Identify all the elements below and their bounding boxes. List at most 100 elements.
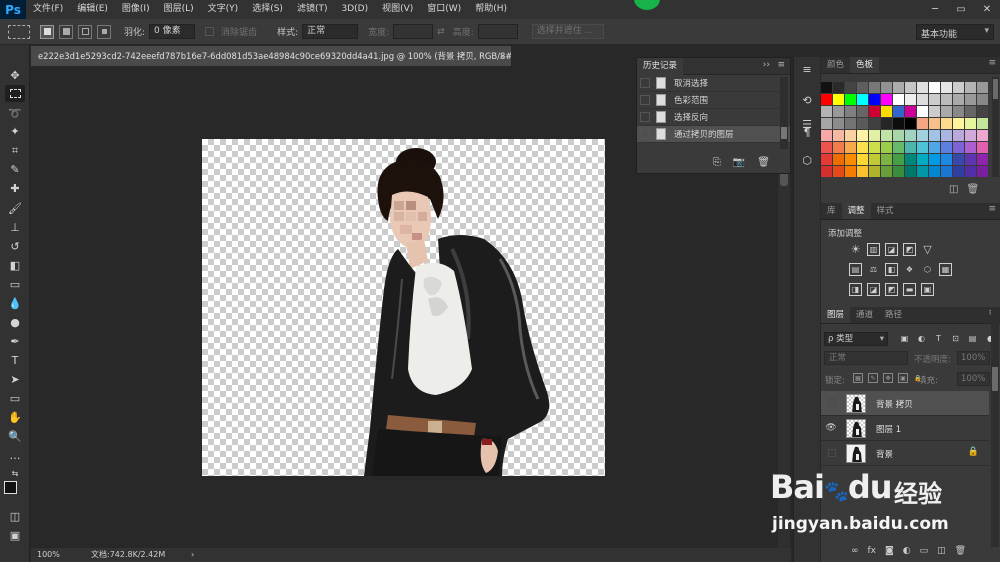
color-swatch[interactable] [893,82,904,93]
swatches-scrollbar[interactable] [992,77,999,177]
healing-brush-icon[interactable]: ✚ [5,180,25,197]
color-swatch[interactable] [917,154,928,165]
color-swatch[interactable] [857,94,868,105]
layer-name[interactable]: 图层 1 [876,423,901,435]
layers-scrollbar[interactable] [991,307,999,547]
exposure-icon[interactable]: ◩ [903,243,916,256]
color-swatch[interactable] [845,118,856,129]
color-swatch[interactable] [941,130,952,141]
color-swatch[interactable] [905,142,916,153]
color-swatch[interactable] [833,130,844,141]
color-swatch[interactable] [869,106,880,117]
layer-row[interactable]: 背景 🔒 [821,441,989,466]
color-swatch[interactable] [941,118,952,129]
document-tab[interactable]: e222e3d1e5293cd2-742eeefd787b16e7-6dd081… [31,46,511,66]
tab-paths[interactable]: 路径 [879,307,908,323]
antialias-checkbox[interactable] [205,27,215,36]
filter-pixel-icon[interactable]: ▣ [899,333,910,344]
color-swatch[interactable] [833,82,844,93]
layer-name[interactable]: 背景 拷贝 [876,398,913,410]
menu-3d[interactable]: 3D(D) [334,0,375,19]
color-swatch[interactable] [929,130,940,141]
fill-input[interactable]: 100% [957,372,990,386]
color-swatch[interactable] [845,82,856,93]
lock-position-icon[interactable]: ✥ [883,373,893,383]
swap-icon[interactable]: ⇄ [437,27,445,37]
feather-input[interactable]: 0 像素 [149,24,196,39]
menu-layer[interactable]: 图层(L) [157,0,201,19]
panel-menu-icon[interactable]: ≡ [988,58,996,68]
history-item[interactable]: 选择反向 [637,109,790,126]
menu-image[interactable]: 图像(I) [115,0,157,19]
layer-row[interactable]: 👁 图层 1 [821,416,989,441]
color-swatch[interactable] [977,142,988,153]
workspace-select[interactable]: 基本功能 [916,24,994,40]
color-swatch[interactable] [881,154,892,165]
color-swatch[interactable] [845,94,856,105]
swap-colors-icon[interactable]: ⇆ [5,465,25,482]
color-swatch[interactable] [917,118,928,129]
color-swatch[interactable] [977,154,988,165]
color-swatch[interactable] [857,82,868,93]
shape-tool-icon[interactable]: ▭ [5,390,25,407]
color-swatch[interactable] [965,82,976,93]
panel-menu-icon[interactable]: ≡ [777,60,785,70]
color-swatch[interactable] [881,94,892,105]
tab-channels[interactable]: 通道 [850,307,879,323]
color-swatch[interactable] [881,106,892,117]
threshold-icon[interactable]: ◩ [885,283,898,296]
color-swatch[interactable] [833,118,844,129]
color-swatch[interactable] [953,94,964,105]
quick-mask-icon[interactable]: ◫ [5,508,25,525]
subtract-selection-icon[interactable] [78,24,92,39]
color-swatch[interactable] [869,154,880,165]
color-swatch[interactable] [857,130,868,141]
color-swatch[interactable] [857,106,868,117]
color-swatch[interactable] [941,106,952,117]
zoom-level[interactable]: 100% [37,548,60,562]
color-swatch[interactable] [905,130,916,141]
width-input[interactable] [393,24,434,39]
magic-wand-icon[interactable]: ✦ [5,123,25,140]
history-snapshot-checkbox[interactable] [640,112,650,122]
close-icon[interactable]: ✕ [974,0,1000,19]
tab-adjustments[interactable]: 调整 [841,203,871,219]
color-swatch[interactable] [869,94,880,105]
tab-styles[interactable]: 样式 [871,203,900,219]
color-swatch[interactable] [833,142,844,153]
color-swatch[interactable] [917,166,928,177]
color-swatch[interactable] [881,118,892,129]
color-swatch[interactable] [833,154,844,165]
color-swatch[interactable] [821,94,832,105]
link-layers-icon[interactable]: ∞ [851,546,859,556]
color-swatch[interactable] [845,130,856,141]
color-swatch[interactable] [977,166,988,177]
tab-history[interactable]: 历史记录 [637,57,684,75]
color-lookup-icon[interactable]: ▦ [939,263,952,276]
color-swatch[interactable] [821,82,832,93]
history-scrollbar[interactable] [780,77,788,149]
status-menu-arrow[interactable]: › [191,548,194,562]
color-swatch[interactable] [965,118,976,129]
pen-tool-icon[interactable]: ✒ [5,333,25,350]
color-swatch[interactable] [857,118,868,129]
menu-window[interactable]: 窗口(W) [420,0,468,19]
hue-saturation-icon[interactable]: ▤ [849,263,862,276]
3d-panel-icon[interactable]: ⬡ [798,151,816,169]
move-tool-icon[interactable]: ✥ [5,67,25,84]
intersect-selection-icon[interactable] [97,24,111,39]
dodge-tool-icon[interactable]: ● [5,314,25,331]
menu-file[interactable]: 文件(F) [26,0,70,19]
foreground-color-swatch[interactable] [4,481,17,494]
color-swatch[interactable] [821,106,832,117]
type-tool-icon[interactable]: T [5,352,25,369]
swatches-scroll-thumb[interactable] [993,79,998,99]
color-swatch[interactable] [953,166,964,177]
screen-mode-icon[interactable]: ▣ [5,527,25,544]
color-swatch[interactable] [917,142,928,153]
layer-visibility-toggle[interactable] [828,399,836,407]
color-swatch[interactable] [953,130,964,141]
color-swatch[interactable] [953,118,964,129]
trash-icon[interactable]: 🗑 [955,546,966,556]
color-swatch[interactable] [941,142,952,153]
